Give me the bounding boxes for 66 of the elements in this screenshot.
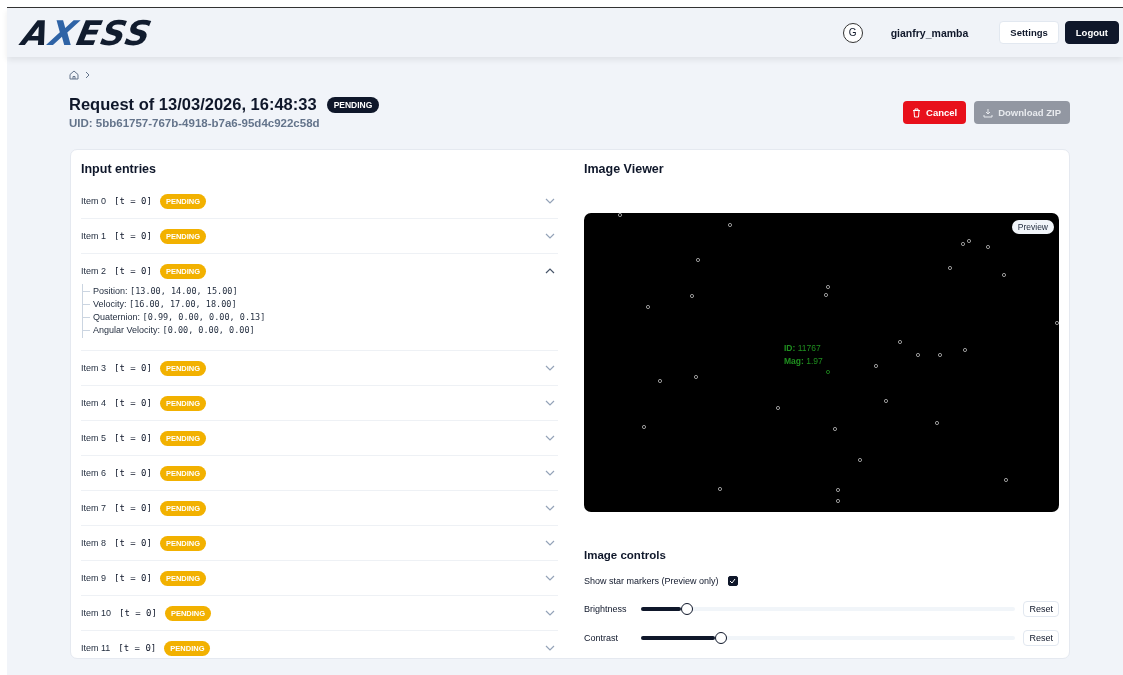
preview-badge: Preview: [1011, 220, 1054, 234]
reset-button[interactable]: Reset: [1023, 629, 1059, 646]
item-label: Item 8: [81, 538, 106, 548]
detail-line: Angular Velocity: [0.00, 0.00, 0.00]: [83, 324, 558, 337]
item-label: Item 7: [81, 503, 106, 513]
item-label: Item 2: [81, 266, 106, 276]
section-title: Image controls: [584, 549, 667, 561]
logout-button[interactable]: Logout: [1064, 21, 1119, 44]
detail-line: Position: [13.00, 14.00, 15.00]: [83, 285, 558, 298]
chevron-down-icon: [545, 435, 555, 441]
user-avatar[interactable]: G: [842, 22, 863, 43]
chevron-down-icon: [545, 540, 555, 546]
chevron-down-icon: [545, 365, 555, 371]
item-time: [t = 0]: [114, 573, 152, 583]
chevron-down-icon: [545, 505, 555, 511]
item-time: [t = 0]: [114, 266, 152, 276]
item-time: [t = 0]: [119, 608, 157, 618]
settings-button[interactable]: Settings: [999, 21, 1059, 44]
chevron-right-icon: [85, 71, 90, 79]
request-uid: UID: 5bb61757-767b-4918-b7a6-95d4c922c58d: [69, 117, 321, 129]
item-label: Item 5: [81, 433, 106, 443]
chevron-down-icon: [545, 645, 555, 651]
chevron-down-icon: [545, 610, 555, 616]
chevron-down-icon: [545, 198, 555, 204]
slider-thumb[interactable]: [680, 602, 693, 615]
item-label: Item 9: [81, 573, 106, 583]
item-time: [t = 0]: [114, 231, 152, 241]
cancel-button[interactable]: Cancel: [903, 101, 967, 124]
detail-line: Quaternion: [0.99, 0.00, 0.00, 0.13]: [83, 311, 558, 324]
item-label: Item 3: [81, 363, 106, 373]
slider-label: Contrast: [584, 632, 619, 643]
home-icon[interactable]: [69, 70, 79, 80]
checkbox[interactable]: [727, 575, 738, 586]
item-label: Item 6: [81, 468, 106, 478]
username: gianfry_mamba: [890, 26, 969, 39]
reset-button[interactable]: Reset: [1023, 600, 1059, 617]
status-badge: PENDING: [326, 96, 380, 113]
chevron-down-icon: [545, 575, 555, 581]
star-id: ID: 11767: [784, 342, 822, 355]
item-label: Item 0: [81, 196, 106, 206]
item-time: [t = 0]: [114, 398, 152, 408]
request-title: Request of 13/03/2026, 16:48:33: [69, 95, 317, 114]
item-time: [t = 0]: [114, 433, 152, 443]
item-time: [t = 0]: [114, 538, 152, 548]
download-icon: [983, 107, 994, 118]
slider-thumb[interactable]: [714, 631, 727, 644]
item-label: Item 10: [81, 608, 111, 618]
slider-label: Brightness: [584, 603, 628, 614]
trash-icon: [912, 107, 922, 118]
item-time: [t = 0]: [118, 643, 157, 653]
chevron-down-icon: [545, 470, 555, 476]
checkbox-label: Show star markers (Preview only): [584, 575, 719, 586]
chevron-down-icon: [545, 400, 555, 406]
star-magnitude: Mag: 1.97: [784, 355, 823, 368]
panel-title: Input entries: [81, 162, 157, 176]
item-time: [t = 0]: [114, 196, 152, 206]
item-label: Item 1: [81, 231, 106, 241]
detail-line: Velocity: [16.00, 17.00, 18.00]: [83, 298, 558, 311]
item-time: [t = 0]: [114, 468, 152, 478]
chevron-up-icon: [545, 268, 555, 274]
item-label: Item 11: [81, 643, 111, 653]
item-time: [t = 0]: [114, 363, 152, 373]
item-time: [t = 0]: [114, 503, 152, 513]
chevron-down-icon: [545, 233, 555, 239]
item-label: Item 4: [81, 398, 106, 408]
panel-title: Image Viewer: [584, 162, 665, 176]
